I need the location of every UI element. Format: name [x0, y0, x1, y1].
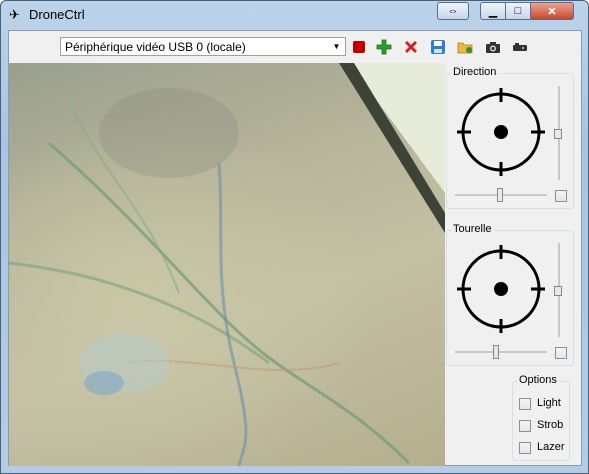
save-icon: [431, 40, 445, 54]
tourelle-joystick[interactable]: [451, 239, 551, 339]
title-bar[interactable]: ✈ DroneCtrl ⇔ ▁ □ ✕: [1, 1, 588, 29]
tourelle-checkbox[interactable]: [555, 347, 567, 359]
maximize-icon: □: [514, 5, 522, 17]
minimize-button[interactable]: ▁: [480, 2, 506, 20]
add-button[interactable]: [375, 38, 393, 56]
direction-h-slider-thumb[interactable]: [497, 188, 503, 202]
direction-v-slider-thumb[interactable]: [554, 129, 562, 139]
stop-button[interactable]: [350, 38, 368, 56]
light-checkbox[interactable]: [519, 398, 531, 410]
app-window: ✈ DroneCtrl ⇔ ▁ □ ✕ Périphérique vidéo U…: [0, 0, 589, 474]
lazer-checkbox[interactable]: [519, 442, 531, 454]
window-title: DroneCtrl: [29, 7, 85, 22]
open-folder-icon: [457, 42, 473, 54]
direction-group: Direction: [446, 66, 574, 209]
maximize-button[interactable]: □: [505, 2, 531, 20]
direction-joystick[interactable]: [451, 82, 551, 182]
close-icon: ✕: [547, 5, 557, 18]
gamepad-icon: [513, 43, 527, 51]
strob-label: Strob: [537, 419, 564, 431]
save-button[interactable]: [429, 38, 447, 56]
camera-icon: [486, 42, 500, 53]
video-device-select[interactable]: Périphérique vidéo USB 0 (locale) ▼: [60, 37, 346, 56]
close-button[interactable]: ✕: [530, 2, 574, 20]
delete-button[interactable]: [402, 38, 420, 56]
delete-icon: [405, 41, 417, 53]
add-icon: [376, 39, 392, 55]
resize-button[interactable]: ⇔: [437, 2, 469, 20]
light-label: Light: [537, 397, 561, 409]
tourelle-v-slider-thumb[interactable]: [554, 286, 562, 296]
options-label: Options: [517, 374, 559, 386]
video-device-value: Périphérique vidéo USB 0 (locale): [65, 40, 246, 54]
tourelle-h-slider-track[interactable]: [455, 351, 547, 353]
stop-icon: [353, 41, 365, 53]
gamepad-button[interactable]: [511, 38, 529, 56]
direction-checkbox[interactable]: [555, 190, 567, 202]
open-folder-button[interactable]: [456, 38, 474, 56]
video-frame-image: [9, 63, 445, 466]
client-area: Périphérique vidéo USB 0 (locale) ▼ Dire…: [8, 30, 582, 466]
tourelle-label: Tourelle: [451, 223, 494, 235]
lazer-label: Lazer: [537, 441, 565, 453]
strob-checkbox[interactable]: [519, 420, 531, 432]
direction-label: Direction: [451, 66, 499, 78]
tourelle-h-slider-thumb[interactable]: [493, 345, 499, 359]
resize-icon: ⇔: [447, 5, 459, 17]
video-feed: [9, 63, 445, 466]
drone-icon: ✈: [9, 7, 20, 22]
camera-button[interactable]: [484, 38, 502, 56]
options-group: Options Light Strob Lazer: [512, 374, 570, 461]
tourelle-group: Tourelle: [446, 223, 574, 366]
minimize-icon: ▁: [488, 5, 498, 18]
chevron-down-icon[interactable]: ▼: [330, 40, 343, 53]
